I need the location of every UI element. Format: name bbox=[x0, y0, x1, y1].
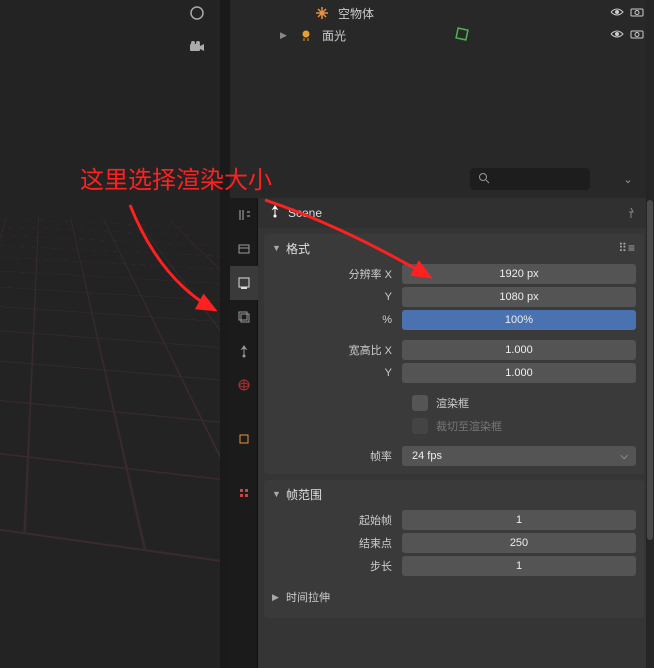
format-panel: ▼ 格式 ⠿≡ 分辨率 X 1920 px Y 1080 px % 100% 宽… bbox=[264, 234, 644, 474]
outliner-item-light[interactable]: ▶ 面光 bbox=[236, 24, 644, 46]
outliner-item-empty[interactable]: 空物体 bbox=[236, 2, 644, 24]
fps-dropdown[interactable]: 24 fps bbox=[402, 446, 636, 466]
frame-step-row: 步长 1 bbox=[272, 555, 636, 577]
frame-start-input[interactable]: 1 bbox=[402, 510, 636, 530]
aspect-x-input[interactable]: 1.000 bbox=[402, 340, 636, 360]
resolution-pct-row: % 100% bbox=[272, 309, 636, 331]
frame-range-header[interactable]: ▼ 帧范围 bbox=[264, 480, 644, 508]
fps-label: 帧率 bbox=[272, 448, 402, 464]
format-title: 格式 bbox=[286, 240, 618, 257]
properties-panel: Scene ▼ 格式 ⠿≡ 分辨率 X 1920 px Y 1080 px % … bbox=[258, 198, 650, 668]
tab-object[interactable] bbox=[230, 422, 258, 456]
tab-tool[interactable] bbox=[230, 198, 258, 232]
render-region-label: 渲染框 bbox=[436, 395, 479, 411]
resolution-pct-input[interactable]: 100% bbox=[402, 310, 636, 330]
grid-floor bbox=[0, 208, 220, 623]
light-icon bbox=[296, 28, 316, 42]
frame-step-label: 步长 bbox=[272, 558, 402, 574]
frame-step-input[interactable]: 1 bbox=[402, 556, 636, 576]
annotation-text: 这里选择渲染大小 bbox=[80, 160, 272, 195]
tab-scene[interactable] bbox=[230, 334, 258, 368]
options-dropdown[interactable]: ⌄ bbox=[618, 168, 638, 190]
fps-row: 帧率 24 fps bbox=[272, 445, 636, 467]
camera-view-icon[interactable] bbox=[184, 34, 210, 60]
scrollbar-thumb[interactable] bbox=[647, 200, 653, 540]
camera-icon[interactable] bbox=[630, 6, 644, 20]
crop-region-row: 裁切至渲染框 bbox=[272, 415, 636, 437]
search-icon bbox=[478, 172, 490, 187]
empty-icon bbox=[312, 6, 332, 20]
hand-icon[interactable] bbox=[184, 0, 210, 26]
frame-start-row: 起始帧 1 bbox=[272, 509, 636, 531]
resolution-x-row: 分辨率 X 1920 px bbox=[272, 263, 636, 285]
aspect-y-input[interactable]: 1.000 bbox=[402, 363, 636, 383]
time-stretch-label: 时间拉伸 bbox=[286, 589, 330, 605]
panel-menu-icon[interactable]: ⠿≡ bbox=[618, 241, 636, 255]
outliner-label: 面光 bbox=[316, 27, 455, 44]
pin-icon[interactable] bbox=[622, 204, 640, 222]
crop-region-label: 裁切至渲染框 bbox=[436, 418, 512, 434]
frame-range-panel: ▼ 帧范围 起始帧 1 结束点 250 步长 1 ▶ 时间拉伸 bbox=[264, 480, 644, 618]
resolution-y-row: Y 1080 px bbox=[272, 286, 636, 308]
aspect-y-label: Y bbox=[272, 367, 402, 379]
scene-header[interactable]: Scene bbox=[258, 198, 650, 228]
tab-texture[interactable] bbox=[230, 476, 258, 510]
camera-icon[interactable] bbox=[630, 28, 644, 42]
format-panel-header[interactable]: ▼ 格式 ⠿≡ bbox=[264, 234, 644, 262]
resolution-y-label: Y bbox=[272, 291, 402, 303]
tab-output[interactable] bbox=[230, 266, 258, 300]
scrollbar[interactable] bbox=[646, 0, 654, 668]
resolution-pct-label: % bbox=[272, 314, 402, 326]
tab-viewlayer[interactable] bbox=[230, 300, 258, 334]
outliner-label: 空物体 bbox=[332, 5, 610, 22]
chevron-down-icon: ▼ bbox=[272, 243, 286, 253]
time-stretch-header[interactable]: ▶ 时间拉伸 bbox=[272, 586, 636, 608]
aspect-y-row: Y 1.000 bbox=[272, 362, 636, 384]
viewport-toolbar bbox=[184, 0, 210, 60]
outliner[interactable]: 空物体 ▶ 面光 bbox=[230, 0, 650, 50]
render-region-row: 渲染框 bbox=[272, 392, 636, 414]
frame-end-row: 结束点 250 bbox=[272, 532, 636, 554]
scene-label: Scene bbox=[288, 206, 322, 220]
frame-end-input[interactable]: 250 bbox=[402, 533, 636, 553]
frame-end-label: 结束点 bbox=[272, 535, 402, 551]
properties-tabs bbox=[230, 198, 258, 668]
resolution-y-input[interactable]: 1080 px bbox=[402, 287, 636, 307]
resolution-x-input[interactable]: 1920 px bbox=[402, 264, 636, 284]
chevron-right-icon: ▶ bbox=[272, 592, 286, 603]
outliner-body[interactable]: ⌄ bbox=[230, 50, 650, 198]
eye-icon[interactable] bbox=[610, 6, 624, 20]
viewport-3d[interactable] bbox=[0, 0, 220, 668]
expand-icon[interactable]: ▶ bbox=[280, 30, 296, 41]
tab-render[interactable] bbox=[230, 232, 258, 266]
aspect-x-row: 宽高比 X 1.000 bbox=[272, 339, 636, 361]
aspect-x-label: 宽高比 X bbox=[272, 342, 402, 358]
eye-icon[interactable] bbox=[610, 28, 624, 42]
crop-region-checkbox[interactable] bbox=[412, 418, 428, 434]
resolution-x-label: 分辨率 X bbox=[272, 266, 402, 282]
chevron-down-icon: ▼ bbox=[272, 489, 286, 499]
render-region-checkbox[interactable] bbox=[412, 395, 428, 411]
search-input[interactable] bbox=[470, 168, 590, 190]
modifier-icon[interactable] bbox=[455, 27, 477, 44]
frame-start-label: 起始帧 bbox=[272, 512, 402, 528]
scene-icon bbox=[268, 205, 282, 222]
tab-world[interactable] bbox=[230, 368, 258, 402]
frame-range-title: 帧范围 bbox=[286, 486, 636, 503]
